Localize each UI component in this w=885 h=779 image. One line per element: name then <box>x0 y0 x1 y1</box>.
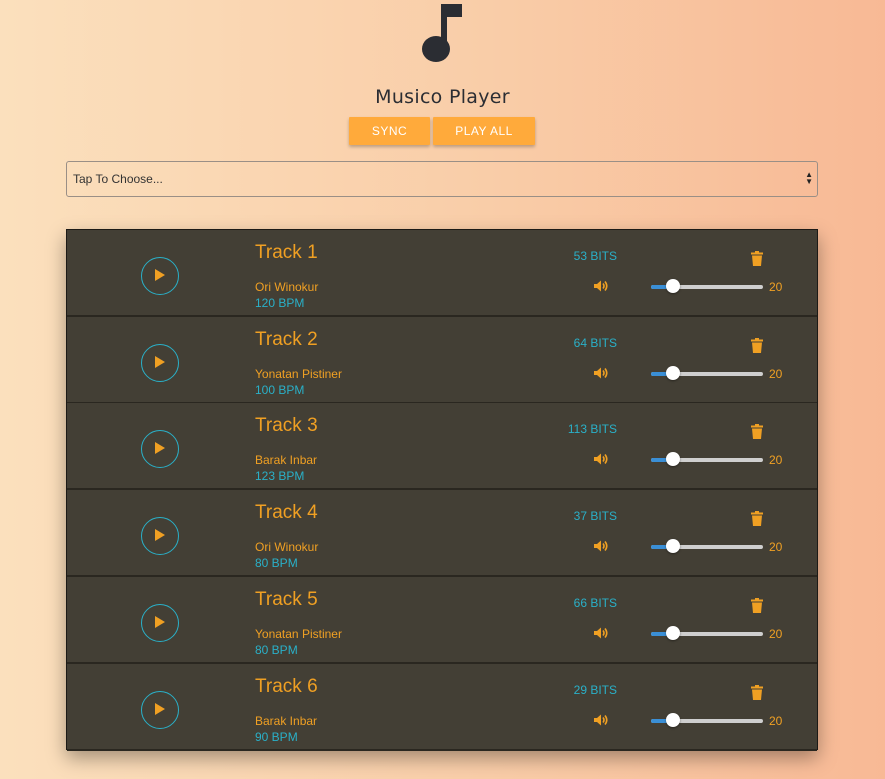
volume-slider-knob[interactable] <box>666 626 681 640</box>
trash-icon[interactable] <box>751 424 763 444</box>
volume-slider[interactable] <box>651 626 763 640</box>
volume-slider-knob[interactable] <box>666 452 681 466</box>
select-arrows-icon: ▲ ▼ <box>805 170 813 186</box>
play-button[interactable] <box>141 344 179 382</box>
track-bits: 64 BITS <box>573 336 617 350</box>
track-row: Track 1 Ori Winokur 120 BPM 53 BITS 20 <box>67 230 817 317</box>
play-button[interactable] <box>141 604 179 642</box>
volume-icon[interactable] <box>593 366 609 385</box>
track-bpm: 90 BPM <box>255 730 298 744</box>
volume-slider-knob[interactable] <box>666 366 681 380</box>
track-name: Track 4 <box>255 502 318 523</box>
track-chooser-value: Tap To Choose... <box>73 172 163 186</box>
track-artist: Ori Winokur <box>255 540 319 554</box>
sync-button[interactable]: SYNC <box>349 117 430 145</box>
volume-icon[interactable] <box>593 713 609 732</box>
track-artist: Yonatan Pistiner <box>255 367 342 381</box>
volume-value: 20 <box>769 714 783 728</box>
track-name: Track 1 <box>255 242 318 263</box>
volume-slider[interactable] <box>651 452 763 466</box>
volume-slider-knob[interactable] <box>666 713 681 727</box>
track-artist: Barak Inbar <box>255 714 318 728</box>
track-bits: 37 BITS <box>573 509 617 523</box>
track-name: Track 5 <box>255 589 318 610</box>
track-artist: Yonatan Pistiner <box>255 627 342 641</box>
volume-value: 20 <box>769 367 783 381</box>
volume-value: 20 <box>769 540 783 554</box>
track-bpm: 100 BPM <box>255 383 305 397</box>
volume-icon[interactable] <box>593 452 609 471</box>
trash-icon[interactable] <box>751 338 763 358</box>
volume-slider-knob[interactable] <box>666 279 681 293</box>
track-bpm: 120 BPM <box>255 296 305 310</box>
track-list: Track 1 Ori Winokur 120 BPM 53 BITS 20 Track … <box>66 229 818 751</box>
play-icon <box>155 529 165 541</box>
volume-slider[interactable] <box>651 366 763 380</box>
track-artist: Barak Inbar <box>255 453 318 467</box>
track-row: Track 3 Barak Inbar 123 BPM 113 BITS 20 <box>67 403 817 490</box>
track-row: Track 5 Yonatan Pistiner 80 BPM 66 BITS 20 <box>67 577 817 664</box>
play-all-button[interactable]: PLAY ALL <box>433 117 535 145</box>
track-bpm: 80 BPM <box>255 643 298 657</box>
volume-slider[interactable] <box>651 713 763 727</box>
trash-icon[interactable] <box>751 511 763 531</box>
volume-slider[interactable] <box>651 539 763 553</box>
track-artist: Ori Winokur <box>255 280 319 294</box>
track-row: Track 4 Ori Winokur 80 BPM 37 BITS 20 <box>67 490 817 577</box>
track-bpm: 123 BPM <box>255 469 305 483</box>
app-title: Musico Player <box>375 86 510 108</box>
volume-icon[interactable] <box>593 539 609 558</box>
volume-icon[interactable] <box>593 626 609 645</box>
volume-value: 20 <box>769 453 783 467</box>
track-chooser-select[interactable]: Tap To Choose... ▲ ▼ <box>66 161 818 197</box>
volume-icon[interactable] <box>593 279 609 298</box>
track-bits: 66 BITS <box>573 596 617 610</box>
volume-slider[interactable] <box>651 279 763 293</box>
play-icon <box>155 616 165 628</box>
play-button[interactable] <box>141 691 179 729</box>
music-note-icon <box>417 2 467 66</box>
track-bits: 53 BITS <box>573 249 617 263</box>
play-icon <box>155 442 165 454</box>
volume-slider-knob[interactable] <box>666 539 681 553</box>
track-name: Track 6 <box>255 676 318 697</box>
track-bpm: 80 BPM <box>255 556 298 570</box>
track-name: Track 3 <box>255 415 318 436</box>
play-button[interactable] <box>141 517 179 555</box>
track-name: Track 2 <box>255 329 318 350</box>
volume-value: 20 <box>769 627 783 641</box>
play-icon <box>155 356 165 368</box>
volume-value: 20 <box>769 280 783 294</box>
track-row: Track 2 Yonatan Pistiner 100 BPM 64 BITS 20 <box>67 317 817 404</box>
trash-icon[interactable] <box>751 685 763 705</box>
trash-icon[interactable] <box>751 598 763 618</box>
trash-icon[interactable] <box>751 251 763 271</box>
play-icon <box>155 703 165 715</box>
play-button[interactable] <box>141 430 179 468</box>
track-bits: 29 BITS <box>573 683 617 697</box>
play-icon <box>155 269 165 281</box>
play-button[interactable] <box>141 257 179 295</box>
track-row: Track 6 Barak Inbar 90 BPM 29 BITS 20 <box>67 664 817 751</box>
track-bits: 113 BITS <box>567 422 617 436</box>
